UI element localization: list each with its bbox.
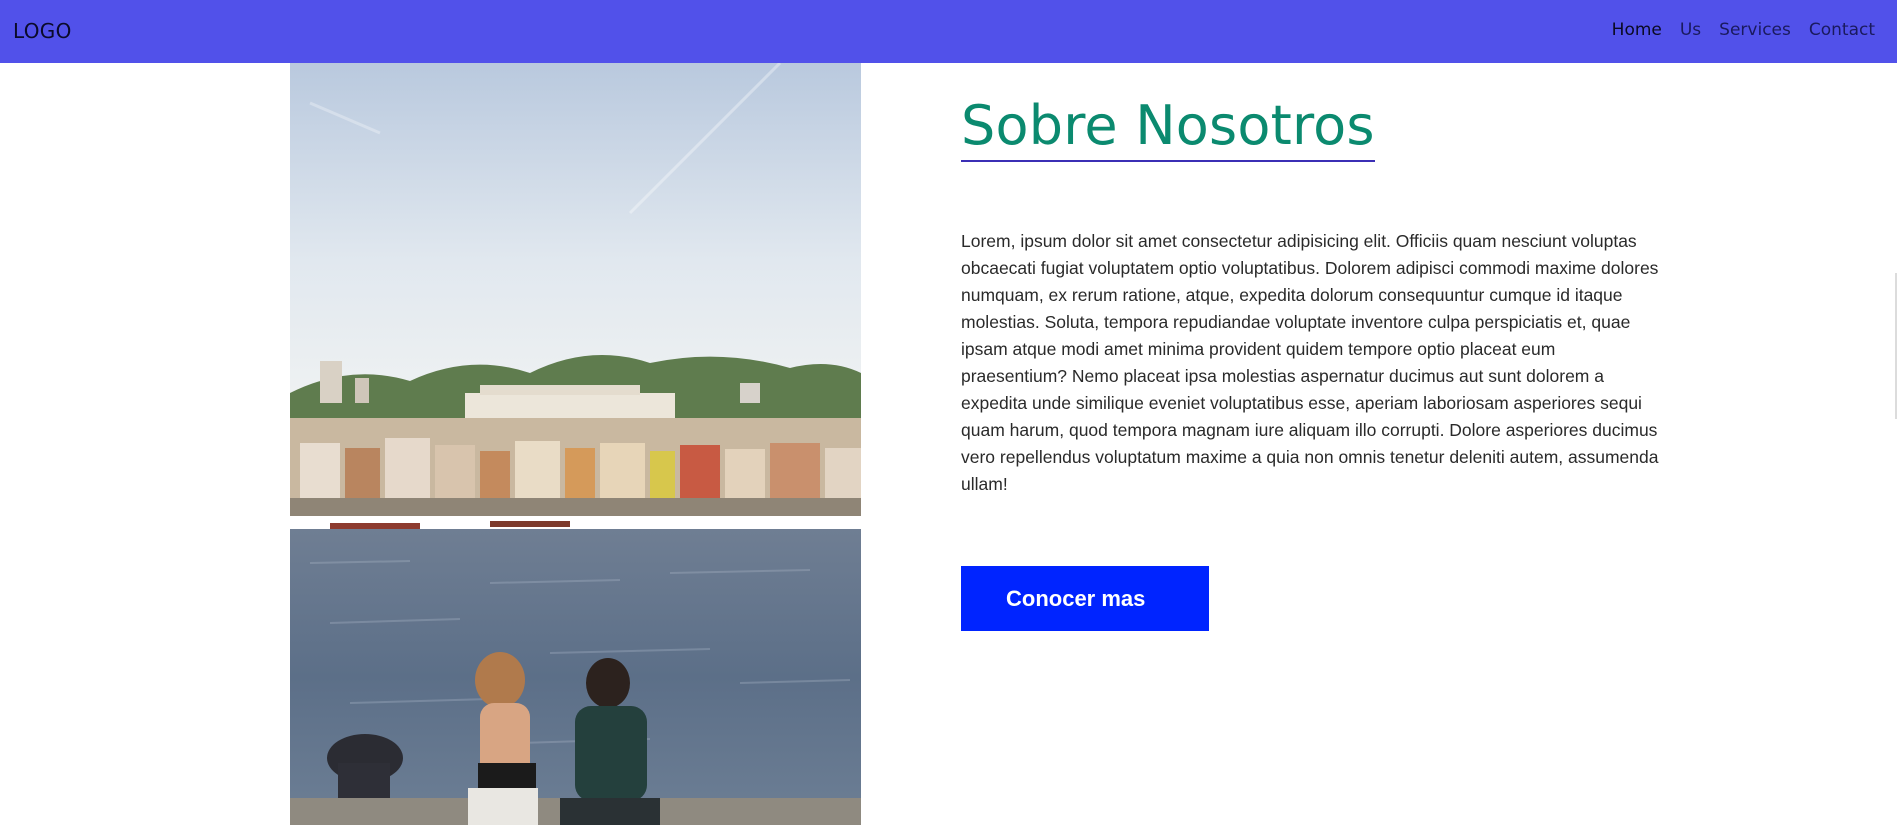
page-title: Sobre Nosotros [961, 94, 1375, 162]
about-paragraph: Lorem, ipsum dolor sit amet consectetur … [961, 231, 1659, 494]
logo[interactable]: LOGO [13, 19, 72, 43]
navbar: LOGO Home Us Services Contact [0, 0, 1897, 63]
nav-link-home[interactable]: Home [1612, 20, 1662, 40]
conocer-mas-button[interactable]: Conocer mas [961, 566, 1209, 631]
nav-link-services[interactable]: Services [1719, 20, 1791, 40]
about-photo [290, 63, 861, 825]
nav-links: Home Us Services Contact [1612, 20, 1875, 40]
nav-link-us[interactable]: Us [1680, 20, 1701, 40]
nav-link-contact[interactable]: Contact [1809, 20, 1875, 40]
